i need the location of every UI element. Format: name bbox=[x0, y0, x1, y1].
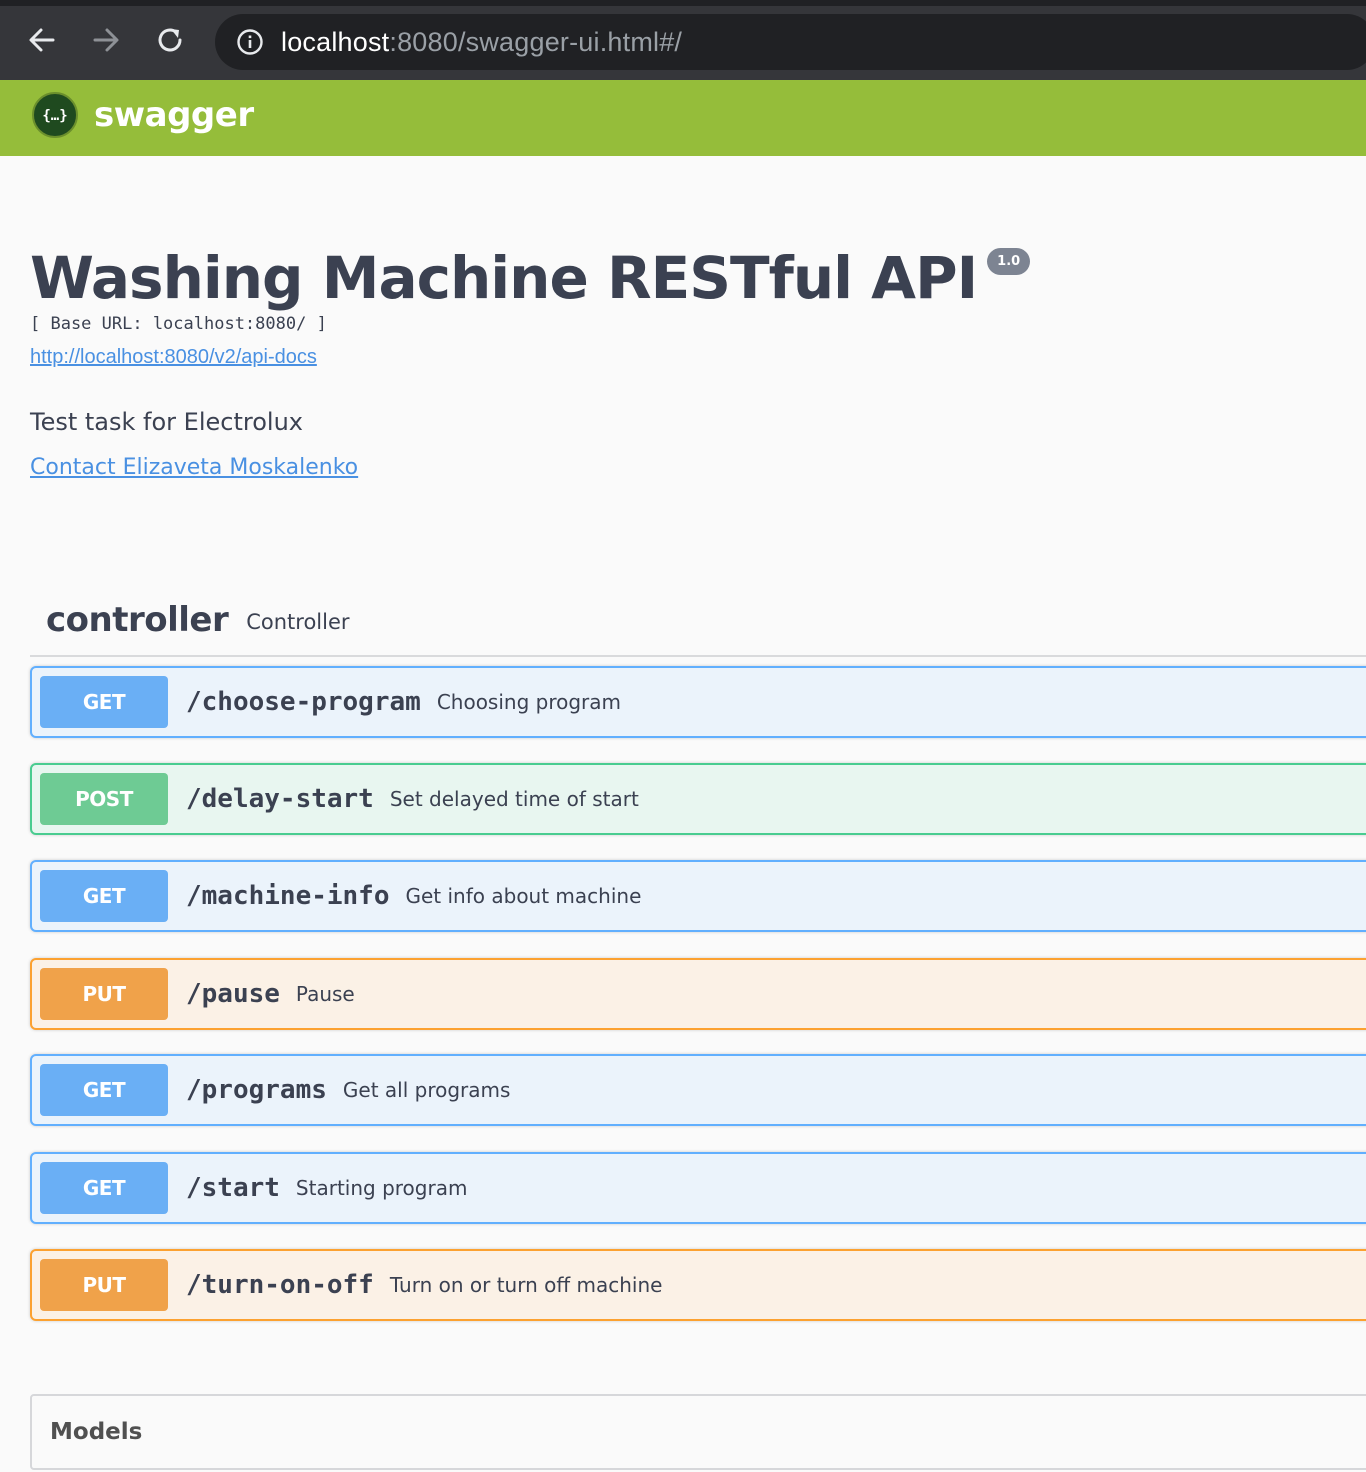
operation-pause[interactable]: PUT /pause Pause bbox=[30, 958, 1366, 1030]
swagger-logo-icon: {…} bbox=[32, 92, 78, 138]
operation-path: /pause bbox=[186, 979, 280, 1009]
operation-summary: Get all programs bbox=[342, 1078, 511, 1102]
forward-button[interactable] bbox=[86, 20, 126, 60]
tag-description: Controller bbox=[246, 610, 350, 634]
method-badge: GET bbox=[40, 1162, 168, 1214]
models-section[interactable]: Models bbox=[30, 1394, 1366, 1470]
operation-turn-on-off[interactable]: PUT /turn-on-off Turn on or turn off mac… bbox=[30, 1249, 1366, 1321]
svg-text:{…}: {…} bbox=[42, 108, 67, 124]
tag-controller-header[interactable]: controller Controller bbox=[30, 585, 1366, 657]
operation-delay-start[interactable]: POST /delay-start Set delayed time of st… bbox=[30, 763, 1366, 835]
models-title: Models bbox=[50, 1419, 143, 1445]
method-badge: PUT bbox=[40, 1259, 168, 1311]
api-description: Test task for Electrolux bbox=[30, 408, 303, 436]
operation-summary: Starting program bbox=[295, 1176, 468, 1200]
base-url: [ Base URL: localhost:8080/ ] bbox=[30, 314, 327, 334]
operation-start[interactable]: GET /start Starting program bbox=[30, 1152, 1366, 1224]
operation-summary: Turn on or turn off machine bbox=[389, 1273, 663, 1297]
browser-toolbar: localhost:8080/swagger-ui.html#/ bbox=[0, 0, 1366, 80]
swagger-logo-text: swagger bbox=[94, 95, 254, 135]
method-badge: GET bbox=[40, 676, 168, 728]
swagger-topbar: {…} swagger bbox=[0, 80, 1366, 156]
tag-name: controller bbox=[46, 600, 229, 640]
method-badge: PUT bbox=[40, 968, 168, 1020]
url-path: :8080/swagger-ui.html#/ bbox=[389, 26, 683, 57]
operation-path: /delay-start bbox=[186, 784, 374, 814]
operation-path: /programs bbox=[186, 1075, 327, 1105]
contact-link[interactable]: Contact Elizaveta Moskalenko bbox=[30, 455, 358, 480]
operation-choose-program[interactable]: GET /choose-program Choosing program bbox=[30, 666, 1366, 738]
operation-path: /choose-program bbox=[186, 687, 421, 717]
api-docs-link[interactable]: http://localhost:8080/v2/api-docs bbox=[30, 346, 317, 369]
swagger-logo-link[interactable]: {…} swagger bbox=[32, 92, 254, 138]
operation-path: /machine-info bbox=[186, 881, 390, 911]
reload-button[interactable] bbox=[150, 20, 190, 60]
operation-path: /turn-on-off bbox=[186, 1270, 374, 1300]
api-title: Washing Machine RESTful API bbox=[30, 244, 978, 312]
method-badge: GET bbox=[40, 870, 168, 922]
url-host: localhost bbox=[281, 26, 390, 57]
method-badge: POST bbox=[40, 773, 168, 825]
address-bar[interactable]: localhost:8080/swagger-ui.html#/ bbox=[215, 14, 1366, 70]
operation-machine-info[interactable]: GET /machine-info Get info about machine bbox=[30, 860, 1366, 932]
info-icon[interactable] bbox=[235, 27, 265, 57]
operation-summary: Choosing program bbox=[436, 690, 622, 714]
arrow-right-icon bbox=[93, 28, 119, 52]
method-badge: GET bbox=[40, 1064, 168, 1116]
operation-summary: Get info about machine bbox=[405, 884, 642, 908]
operation-summary: Pause bbox=[295, 982, 355, 1006]
operation-path: /start bbox=[186, 1173, 280, 1203]
url-text: localhost:8080/swagger-ui.html#/ bbox=[281, 27, 682, 58]
reload-icon bbox=[158, 28, 182, 52]
arrow-left-icon bbox=[29, 28, 55, 52]
operation-summary: Set delayed time of start bbox=[389, 787, 639, 811]
api-info: Washing Machine RESTful API 1.0 [ Base U… bbox=[30, 240, 1350, 480]
back-button[interactable] bbox=[22, 20, 62, 60]
operation-programs[interactable]: GET /programs Get all programs bbox=[30, 1054, 1366, 1126]
version-badge: 1.0 bbox=[987, 248, 1031, 275]
tab-strip-edge bbox=[0, 0, 1366, 6]
